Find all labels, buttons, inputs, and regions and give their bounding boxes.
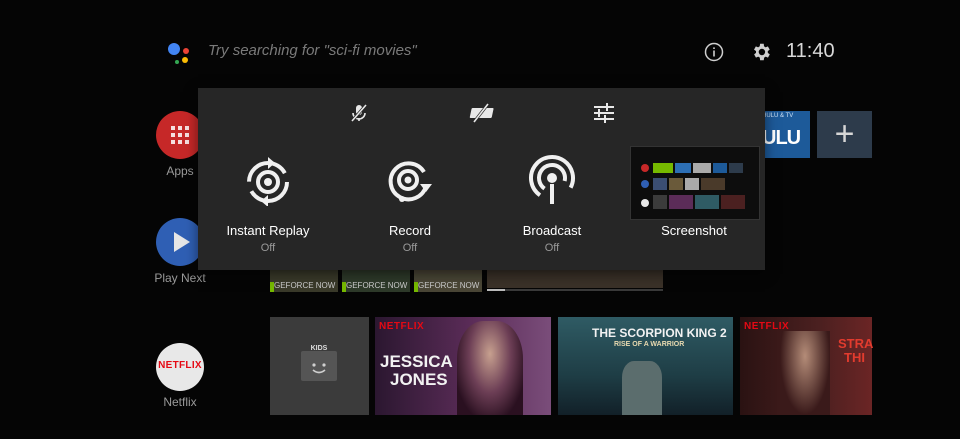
scorpion-king-tile[interactable]: THE SCORPION KING 2 RISE OF A WARRIOR (558, 317, 733, 415)
google-assistant-icon[interactable] (166, 40, 192, 66)
search-hint[interactable]: Try searching for "sci-fi movies" (208, 42, 417, 59)
record-state: Off (402, 242, 418, 254)
grid-icon (171, 126, 189, 144)
instant-replay-icon (247, 157, 289, 206)
screenshot-thumbnail (630, 146, 760, 220)
netflix-logo: NETFLIX (158, 360, 202, 371)
netflix-label: Netflix (163, 395, 197, 409)
play-icon (174, 232, 190, 252)
record-button[interactable]: Record Off (340, 88, 480, 270)
stranger-things-tile[interactable]: NETFLIX STRA THI (740, 317, 874, 415)
gear-icon[interactable] (750, 41, 772, 63)
instant-replay-button[interactable]: Instant Replay Off (198, 88, 338, 270)
plus-icon: + (834, 115, 855, 153)
poster-figure (622, 361, 662, 415)
jessica-jones-tile[interactable]: NETFLIX JESSICA JONES (375, 317, 551, 415)
info-icon[interactable] (704, 42, 724, 62)
netflix-rail-button[interactable]: NETFLIX (156, 343, 204, 391)
geforce-tile-3[interactable]: GEFORCE NOW (414, 270, 482, 292)
scorpion-title: THE SCORPION KING 2 (592, 326, 727, 340)
geforce-tile-2[interactable]: GEFORCE NOW (342, 270, 410, 292)
progress-fill (487, 289, 505, 291)
broadcast-button[interactable]: Broadcast Off (482, 88, 622, 270)
play-next-label: Play Next (154, 271, 206, 285)
share-overlay: Instant Replay Off Record Off Broadcast … (198, 88, 765, 270)
jessica-title-line2: JONES (390, 370, 448, 389)
hulu-subtitle: HULU & TV (762, 113, 794, 119)
instant-replay-state: Off (260, 242, 276, 254)
smile-icon (312, 363, 326, 374)
screenshot-label: Screenshot (661, 223, 727, 238)
play-next-button[interactable] (156, 218, 204, 266)
jessica-title-line1: JESSICA (380, 352, 453, 371)
broadcast-icon (529, 155, 575, 204)
apps-button[interactable] (156, 111, 204, 159)
geforce-label-2: GEFORCE NOW (346, 281, 408, 290)
poster-figure (457, 321, 523, 415)
playback-progress (487, 289, 663, 291)
scorpion-subtitle: RISE OF A WARRIOR (614, 341, 685, 348)
geforce-label-3: GEFORCE NOW (418, 281, 480, 290)
geforce-tile-1[interactable]: GEFORCE NOW (270, 270, 338, 292)
stranger-title-line2: THI (844, 350, 865, 365)
kids-icon: KIDS (301, 345, 337, 381)
record-icon (388, 161, 432, 202)
poster-figure (780, 331, 830, 415)
stranger-title-line1: STRA (838, 336, 874, 351)
add-app-tile[interactable]: + (817, 111, 872, 158)
hulu-logo: ULU (762, 127, 801, 149)
video-tile[interactable] (487, 270, 663, 288)
instant-replay-label: Instant Replay (226, 223, 310, 238)
netflix-kids-tile[interactable]: KIDS (270, 317, 369, 415)
netflix-badge: NETFLIX (379, 321, 425, 332)
geforce-label-1: GEFORCE NOW (274, 281, 336, 290)
broadcast-label: Broadcast (522, 223, 582, 238)
clock: 11:40 (786, 40, 835, 62)
broadcast-state: Off (544, 242, 560, 254)
hulu-tile[interactable]: HULU & TV ULU (760, 111, 810, 158)
record-label: Record (389, 223, 431, 238)
